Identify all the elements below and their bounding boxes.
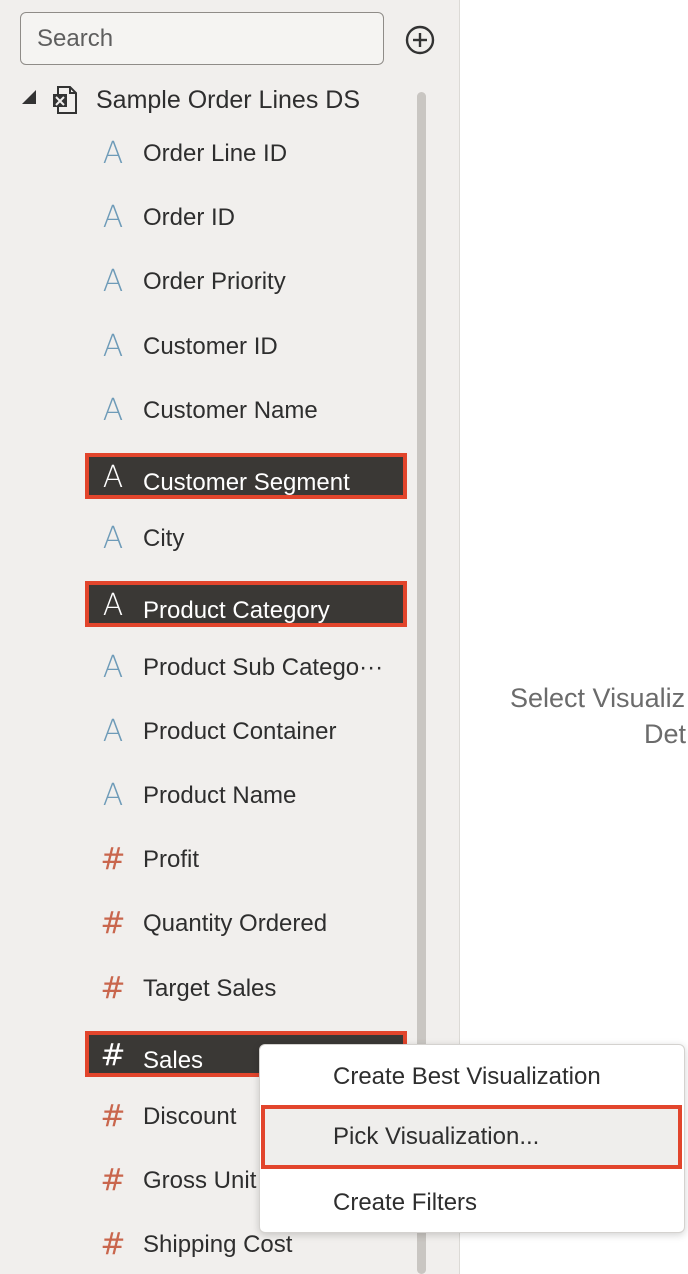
attribute-a-icon: A <box>102 136 124 171</box>
measure-hash-icon: # <box>100 906 126 941</box>
field-label: Gross Unit <box>143 1167 257 1194</box>
field-label: Product Category <box>143 597 330 624</box>
measure-hash-icon: # <box>100 842 126 877</box>
attribute-a-icon: A <box>102 714 124 749</box>
field-item-product-name[interactable]: A Product Name <box>87 776 405 816</box>
canvas-placeholder: Select Visualiz Det <box>510 680 686 752</box>
menu-item-create-filters[interactable]: Create Filters <box>260 1173 684 1233</box>
add-data-icon[interactable] <box>404 24 436 56</box>
measure-hash-icon: # <box>100 1038 126 1073</box>
menu-item-label: Pick Visualization... <box>333 1123 540 1150</box>
attribute-a-icon: A <box>102 650 124 685</box>
menu-item-label: Create Best Visualization <box>333 1063 601 1090</box>
measure-hash-icon: # <box>100 1163 126 1198</box>
field-label: Order ID <box>143 204 236 231</box>
attribute-a-icon: A <box>102 778 124 813</box>
field-item-customer-segment[interactable]: A Customer Segment <box>85 453 407 499</box>
field-item-order-line-id[interactable]: A Order Line ID <box>87 134 405 174</box>
context-menu: Create Best Visualization Pick Visualiza… <box>259 1044 685 1233</box>
datasource-label: Sample Order Lines DS <box>96 85 361 114</box>
attribute-a-icon: A <box>102 393 124 428</box>
field-item-product-sub-catego[interactable]: A Product Sub Catego··· <box>87 648 405 688</box>
field-item-order-priority[interactable]: A Order Priority <box>87 262 405 302</box>
collapse-caret-icon[interactable] <box>22 90 36 104</box>
field-item-customer-id[interactable]: A Customer ID <box>87 327 405 367</box>
field-label: Order Priority <box>143 268 286 295</box>
menu-item-pick-visualization[interactable]: Pick Visualization... <box>261 1105 682 1169</box>
menu-item-create-best-visualization[interactable]: Create Best Visualization <box>260 1047 684 1107</box>
field-item-product-category[interactable]: A Product Category <box>85 581 407 627</box>
field-label: Product Name <box>143 782 297 809</box>
attribute-a-icon: A <box>102 460 124 495</box>
attribute-a-icon: A <box>102 200 124 235</box>
field-label: Shipping Cost <box>143 1231 293 1258</box>
field-label: Product Sub Catego··· <box>143 654 384 681</box>
field-item-city[interactable]: A City <box>87 519 405 559</box>
attribute-a-icon: A <box>102 521 124 556</box>
excel-file-icon <box>53 86 77 114</box>
field-label: Quantity Ordered <box>143 910 328 937</box>
field-label: Order Line ID <box>143 140 288 167</box>
attribute-a-icon: A <box>102 264 124 299</box>
field-item-target-sales[interactable]: # Target Sales <box>87 969 405 1009</box>
field-item-customer-name[interactable]: A Customer Name <box>87 391 405 431</box>
attribute-a-icon: A <box>102 329 124 364</box>
attribute-a-icon: A <box>102 588 124 623</box>
field-item-quantity-ordered[interactable]: # Quantity Ordered <box>87 904 405 944</box>
datasource-row[interactable]: Sample Order Lines DS <box>22 78 360 122</box>
menu-item-label: Create Filters <box>333 1189 478 1216</box>
field-label: Sales <box>143 1047 204 1074</box>
measure-hash-icon: # <box>100 1227 126 1262</box>
field-label: Product Container <box>143 718 337 745</box>
search-input[interactable] <box>20 12 384 65</box>
field-label: Discount <box>143 1103 237 1130</box>
field-label: Customer Segment <box>143 469 350 496</box>
canvas-placeholder-line2: Det <box>644 719 687 749</box>
field-label: Target Sales <box>143 975 277 1002</box>
field-label: City <box>143 525 185 552</box>
field-item-product-container[interactable]: A Product Container <box>87 712 405 752</box>
canvas-placeholder-line1: Select Visualiz <box>510 683 686 713</box>
field-label: Profit <box>143 846 200 873</box>
measure-hash-icon: # <box>100 1099 126 1134</box>
field-item-order-id[interactable]: A Order ID <box>87 198 405 238</box>
field-label: Customer Name <box>143 397 318 424</box>
field-item-profit[interactable]: # Profit <box>87 840 405 880</box>
field-label: Customer ID <box>143 333 278 360</box>
measure-hash-icon: # <box>100 971 126 1006</box>
